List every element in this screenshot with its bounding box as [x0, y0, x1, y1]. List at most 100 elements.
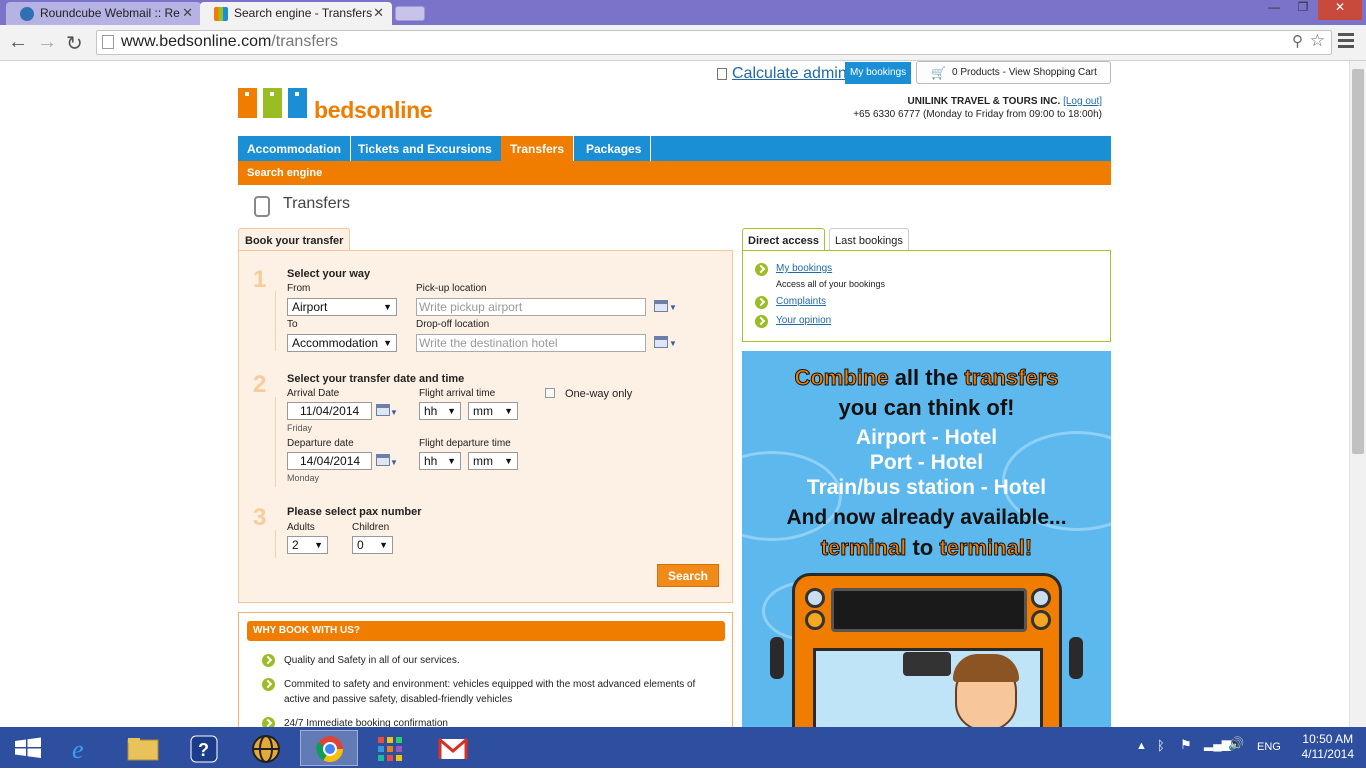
why-item: Quality and Safety in all of our service…: [284, 655, 460, 666]
promo-word: all the: [888, 365, 965, 390]
address-bar[interactable]: www.bedsonline.com/transfers ⚲ ☆: [96, 30, 1332, 55]
dropoff-input[interactable]: Write the destination hotel: [416, 334, 646, 352]
arrival-date-label: Arrival Date: [287, 388, 340, 399]
pickup-calendar-icon[interactable]: [654, 300, 668, 312]
nav-packages[interactable]: Packages: [577, 136, 652, 161]
forward-icon[interactable]: →: [37, 31, 57, 54]
scrollbar-thumb[interactable]: [1352, 69, 1364, 454]
browser-tab-transfers[interactable]: Search engine - Transfers ✕: [200, 2, 392, 25]
shopping-cart-button[interactable]: 🛒 0 Products - View Shopping Cart: [916, 61, 1111, 84]
restore-icon[interactable]: ❐: [1289, 0, 1317, 20]
close-tab-icon[interactable]: ✕: [373, 5, 384, 21]
arrival-calendar-icon[interactable]: [376, 404, 390, 416]
browser-toolbar: ← → ↻ www.bedsonline.com/transfers ⚲ ☆: [0, 25, 1366, 61]
chevron-down-icon[interactable]: ▼: [669, 339, 677, 348]
windows-start-icon[interactable]: [0, 730, 58, 766]
tab-last-bookings[interactable]: Last bookings: [829, 228, 909, 251]
windows-taskbar: e ? ▲ ᛒ ⚑ ▂▄▆ 🔊 ENG 10:50 AM 4/11/2014: [0, 727, 1366, 768]
chevron-down-icon: ▼: [447, 406, 456, 416]
globe-icon[interactable]: [237, 730, 295, 766]
bluetooth-icon[interactable]: ᛒ: [1157, 738, 1165, 753]
to-select[interactable]: Accommodation ▼: [287, 334, 397, 352]
logout-link[interactable]: [Log out]: [1063, 96, 1102, 107]
ie-icon[interactable]: e: [54, 730, 112, 766]
departure-date-input[interactable]: 14/04/2014: [287, 452, 372, 470]
departure-hour-select[interactable]: hh ▼: [419, 452, 461, 470]
oneway-checkbox[interactable]: [545, 388, 555, 398]
menu-icon[interactable]: [1338, 33, 1354, 51]
clock-time: 10:50 AM: [1302, 732, 1354, 746]
zoom-icon[interactable]: ⚲: [1292, 32, 1303, 50]
chevron-down-icon[interactable]: ▼: [390, 458, 398, 467]
nav-tickets-excursions[interactable]: Tickets and Excursions: [349, 136, 502, 161]
minimize-icon[interactable]: —: [1260, 0, 1288, 20]
reload-icon[interactable]: ↻: [66, 31, 83, 56]
chevron-down-icon[interactable]: ▼: [390, 408, 398, 417]
page-scrollbar[interactable]: [1349, 61, 1366, 727]
promo-line-4: Port - Hotel: [869, 451, 984, 474]
volume-icon[interactable]: 🔊: [1228, 736, 1244, 752]
bus-light: [1031, 588, 1051, 608]
transfer-form: 1 Select your way From Airport ▼ To Accom…: [238, 250, 733, 603]
promo-banner[interactable]: Combine all the transfers you can think …: [742, 351, 1111, 727]
children-select[interactable]: 0 ▼: [352, 536, 393, 554]
check-bullet-icon: [262, 654, 275, 667]
my-bookings-link[interactable]: My bookings: [776, 263, 832, 274]
mm-value: mm: [473, 454, 493, 468]
browser-tab-roundcube[interactable]: Roundcube Webmail :: Re ✕: [6, 2, 201, 25]
nav-transfers[interactable]: Transfers: [501, 136, 575, 161]
departure-calendar-icon[interactable]: [376, 454, 390, 466]
url-path: /transfers: [271, 33, 338, 50]
promo-word: terminal: [820, 535, 907, 561]
arrival-hour-select[interactable]: hh ▼: [419, 402, 461, 420]
new-tab-button[interactable]: [395, 6, 425, 21]
svg-text:e: e: [72, 735, 84, 764]
departure-minute-select[interactable]: mm ▼: [468, 452, 518, 470]
main-nav: Accommodation Tickets and Excursions Tra…: [238, 136, 1111, 161]
promo-word: Combine: [794, 365, 889, 391]
file-explorer-icon[interactable]: [114, 730, 172, 766]
tab-book-your-transfer[interactable]: Book your transfer: [238, 228, 351, 251]
star-icon[interactable]: ☆: [1310, 31, 1325, 51]
adults-select[interactable]: 2 ▼: [287, 536, 328, 554]
tab-direct-access[interactable]: Direct access: [742, 228, 825, 251]
network-signal-icon[interactable]: ▂▄▆: [1204, 737, 1231, 751]
action-center-flag-icon[interactable]: ⚑: [1180, 737, 1192, 753]
tab-title: Roundcube Webmail :: Re: [40, 6, 180, 20]
gmail-icon[interactable]: [423, 730, 481, 766]
chevron-down-icon[interactable]: ▼: [669, 303, 677, 312]
pickup-input[interactable]: Write pickup airport: [416, 298, 646, 316]
page-title: Transfers: [283, 195, 350, 212]
search-button[interactable]: Search: [657, 564, 719, 587]
help-icon[interactable]: ?: [175, 730, 233, 766]
from-value: Airport: [292, 300, 328, 314]
arrival-day: Friday: [287, 423, 313, 433]
promo-line-1: Combine all the transfers: [742, 365, 1111, 391]
from-select[interactable]: Airport ▼: [287, 298, 397, 316]
bus-mirror: [770, 637, 784, 679]
why-book-box: WHY BOOK WITH US? Quality and Safety in …: [238, 612, 733, 727]
subnav-search-engine[interactable]: Search engine: [238, 161, 1111, 185]
arrival-minute-select[interactable]: mm ▼: [468, 402, 518, 420]
apps-icon[interactable]: [361, 730, 419, 766]
my-bookings-button[interactable]: My bookings: [845, 62, 912, 84]
chevron-down-icon: ▼: [379, 540, 388, 550]
step-divider: [275, 397, 276, 487]
chrome-icon[interactable]: [300, 730, 358, 766]
window-close-icon[interactable]: ✕: [1318, 0, 1362, 20]
step-3-title: Please select pax number: [287, 506, 422, 518]
show-hidden-icons-icon[interactable]: ▲: [1136, 740, 1147, 752]
dropoff-calendar-icon[interactable]: [654, 336, 668, 348]
complaints-link[interactable]: Complaints: [776, 296, 826, 307]
language-indicator[interactable]: ENG: [1257, 741, 1281, 753]
check-bullet-icon: [262, 678, 275, 691]
system-clock[interactable]: 10:50 AM 4/11/2014: [1302, 732, 1355, 762]
back-icon[interactable]: ←: [8, 31, 28, 54]
nav-accommodation[interactable]: Accommodation: [238, 136, 352, 161]
your-opinion-link[interactable]: Your opinion: [776, 315, 831, 326]
calculator-icon: [717, 68, 727, 80]
close-tab-icon[interactable]: ✕: [182, 5, 193, 21]
arrival-date-input[interactable]: 11/04/2014: [287, 402, 372, 420]
promo-line-5: Train/bus station - Hotel: [806, 476, 1047, 499]
bus-icon: [254, 196, 270, 217]
